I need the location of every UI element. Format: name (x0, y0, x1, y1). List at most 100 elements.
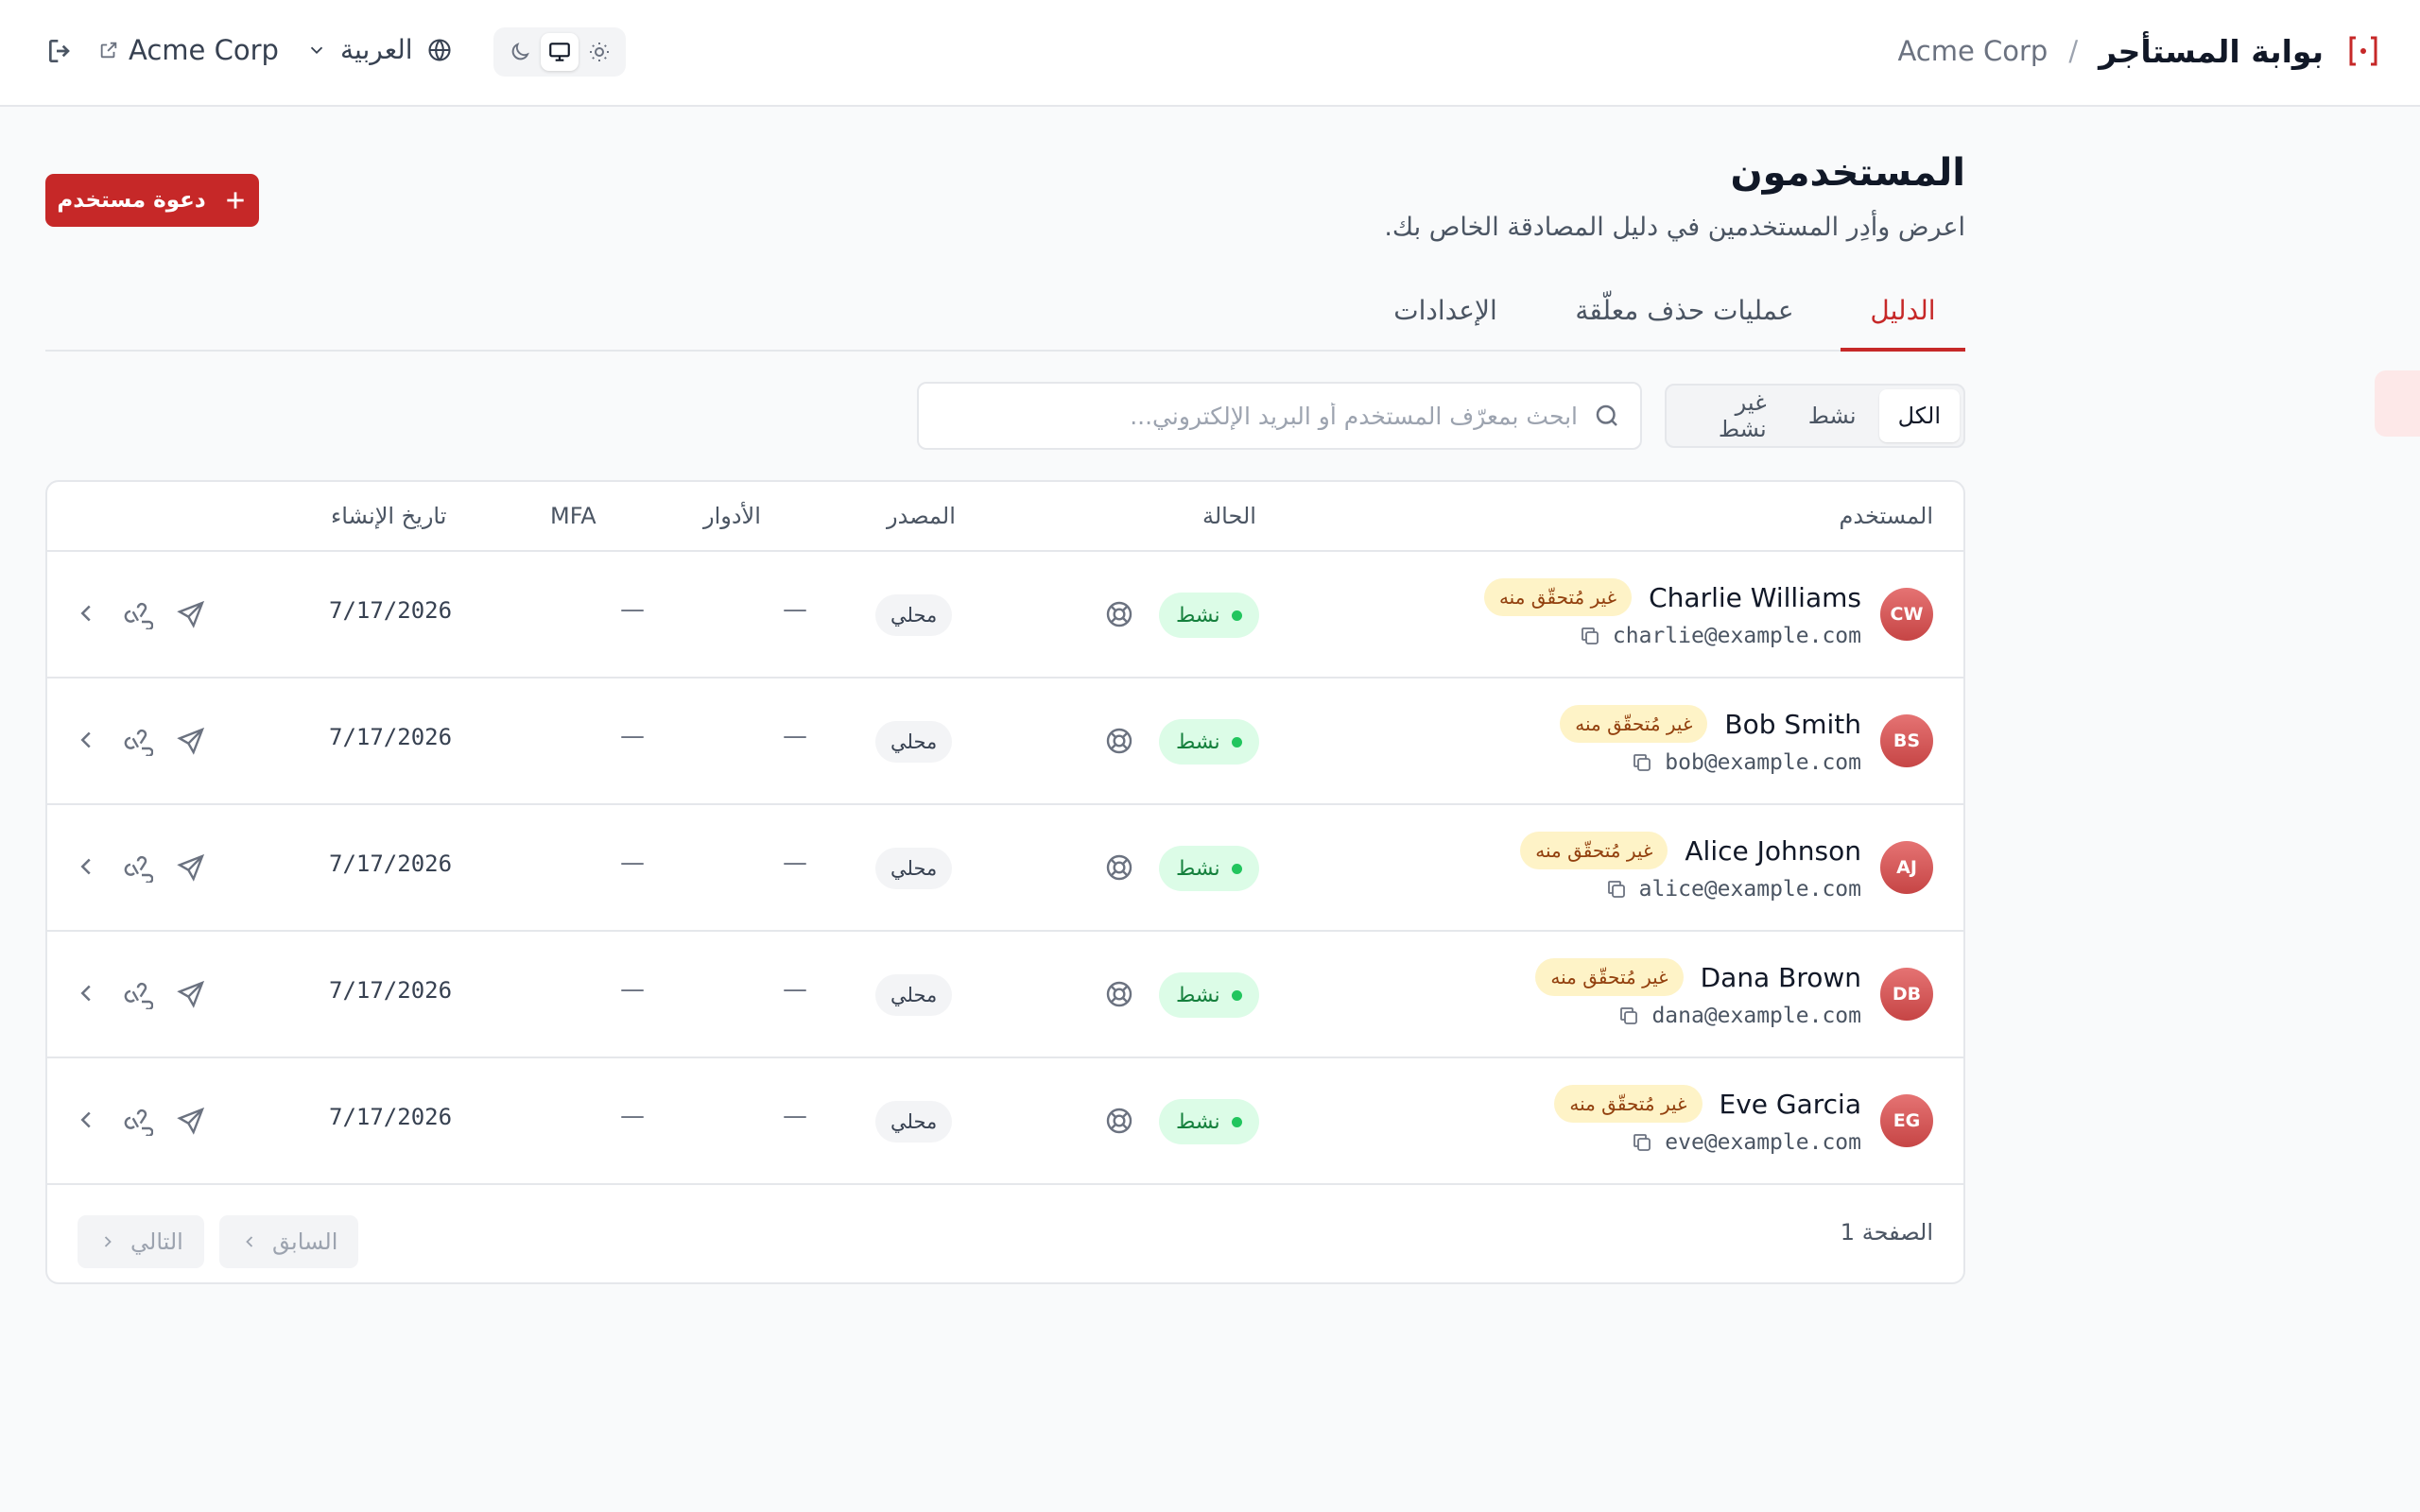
row-details-button[interactable] (72, 979, 100, 1007)
status-label: نشط (1176, 856, 1220, 881)
source-badge: محلي (875, 1101, 953, 1143)
unverified-badge: غير مُتحقّق منه (1520, 832, 1668, 869)
tenant-external-link[interactable]: Acme Corp (98, 34, 279, 66)
send-email-button[interactable] (176, 1106, 206, 1136)
filter-active[interactable]: نشط (1789, 389, 1876, 442)
copy-icon (1634, 1134, 1651, 1151)
external-link-icon (100, 42, 117, 59)
previous-label: السابق (272, 1228, 338, 1255)
send-icon (177, 980, 205, 1008)
webhook-icon (124, 602, 153, 629)
language-selector[interactable]: العربية (306, 34, 453, 65)
search-input[interactable] (938, 402, 1578, 430)
webhook-icon (124, 1108, 153, 1136)
copy-email-button[interactable] (1631, 1131, 1653, 1154)
status-dot (1231, 736, 1242, 747)
row-details-button[interactable] (72, 726, 100, 754)
user-name[interactable]: Eve Garcia (1720, 1089, 1861, 1120)
webhook-button[interactable] (123, 1106, 153, 1136)
chevron-down-icon (310, 46, 323, 54)
previous-page-button[interactable]: السابق (219, 1215, 359, 1268)
table-header: المستخدم الحالة المصدر الأدوار MFA تاريخ… (47, 482, 1963, 552)
invite-user-button[interactable]: دعوة مستخدم (45, 174, 259, 227)
row-details-button[interactable] (72, 1106, 100, 1134)
support-button[interactable] (1104, 979, 1134, 1009)
unverified-badge: غير مُتحقّق منه (1535, 958, 1684, 996)
table-row[interactable]: DB Dana Brown غير مُتحقّق منه dana@examp… (47, 932, 1963, 1058)
support-button[interactable] (1104, 726, 1134, 756)
filter-inactive[interactable]: غير نشط (1670, 389, 1786, 442)
breadcrumb-tenant[interactable]: Acme Corp (1897, 35, 2048, 67)
chevron-left-icon (80, 1111, 91, 1128)
support-button[interactable] (1104, 1106, 1134, 1136)
mfa-value: — (620, 595, 645, 624)
copy-email-button[interactable] (1579, 625, 1601, 647)
created-date: 7/17/2026 (329, 977, 453, 1004)
side-panel-tab[interactable] (2375, 370, 2420, 437)
row-details-button[interactable] (72, 852, 100, 881)
send-email-button[interactable] (176, 599, 206, 629)
theme-dark-button[interactable] (501, 33, 539, 71)
column-mfa: MFA (550, 503, 596, 529)
avatar: BS (1880, 714, 1933, 767)
table-row[interactable]: EG Eve Garcia غير مُتحقّق منه eve@exampl… (47, 1058, 1963, 1185)
logout-button[interactable] (45, 36, 76, 66)
table-row[interactable]: AJ Alice Johnson غير مُتحقّق منه alice@e… (47, 805, 1963, 932)
tab-pending-deletions[interactable]: عمليات حذف معلّقة (1566, 295, 1803, 352)
portal-logo-icon (2349, 36, 2377, 66)
source-badge: محلي (875, 721, 953, 763)
user-name[interactable]: Charlie Williams (1649, 582, 1861, 613)
users-table: المستخدم الحالة المصدر الأدوار MFA تاريخ… (45, 480, 1965, 1284)
webhook-button[interactable] (123, 726, 153, 756)
copy-icon (1607, 881, 1625, 898)
next-page-button[interactable]: التالي (78, 1215, 204, 1268)
status-dot (1231, 1116, 1242, 1127)
webhook-button[interactable] (123, 852, 153, 883)
chevron-left-icon (80, 731, 91, 748)
page-title: المستخدمون (1730, 151, 1966, 195)
column-roles: الأدوار (703, 503, 761, 529)
avatar: EG (1880, 1094, 1933, 1147)
source-badge: محلي (875, 594, 953, 636)
status-label: نشط (1176, 730, 1220, 754)
created-date: 7/17/2026 (329, 597, 453, 624)
theme-light-button[interactable] (580, 33, 618, 71)
column-user: المستخدم (1839, 503, 1933, 529)
tab-settings[interactable]: الإعدادات (1370, 295, 1521, 352)
copy-icon (1581, 627, 1599, 644)
webhook-icon (124, 982, 153, 1009)
created-date: 7/17/2026 (329, 850, 453, 877)
row-details-button[interactable] (72, 599, 100, 627)
user-name-line: Dana Brown غير مُتحقّق منه (1535, 958, 1861, 996)
roles-value: — (783, 1102, 807, 1130)
send-email-button[interactable] (176, 726, 206, 756)
send-email-button[interactable] (176, 979, 206, 1009)
copy-email-button[interactable] (1605, 878, 1628, 901)
tab-directory[interactable]: الدليل (1841, 295, 1965, 352)
table-row[interactable]: BS Bob Smith غير مُتحقّق منه bob@example… (47, 679, 1963, 805)
chevron-left-icon (80, 605, 91, 622)
filter-all[interactable]: الكل (1878, 389, 1960, 442)
copy-email-button[interactable] (1617, 1005, 1640, 1027)
webhook-button[interactable] (123, 599, 153, 629)
user-name[interactable]: Dana Brown (1701, 962, 1861, 993)
user-name[interactable]: Bob Smith (1724, 709, 1861, 740)
user-email-line: dana@example.com (1617, 1004, 1861, 1028)
support-button[interactable] (1104, 852, 1134, 883)
status-badge: نشط (1159, 1099, 1259, 1144)
webhook-button[interactable] (123, 979, 153, 1009)
support-button[interactable] (1104, 599, 1134, 629)
copy-email-button[interactable] (1631, 751, 1653, 774)
unverified-badge: غير مُتحقّق منه (1554, 1085, 1703, 1123)
avatar: AJ (1880, 841, 1933, 894)
avatar: DB (1880, 968, 1933, 1021)
breadcrumb-separator: / (2068, 35, 2079, 67)
table-row[interactable]: CW Charlie Williams غير مُتحقّق منه char… (47, 552, 1963, 679)
user-name-line: Charlie Williams غير مُتحقّق منه (1483, 578, 1861, 616)
send-icon (177, 727, 205, 755)
send-email-button[interactable] (176, 852, 206, 883)
lifebuoy-icon (1106, 1108, 1132, 1134)
user-name[interactable]: Alice Johnson (1685, 835, 1861, 867)
theme-system-button[interactable] (541, 33, 579, 71)
created-date: 7/17/2026 (329, 724, 453, 750)
